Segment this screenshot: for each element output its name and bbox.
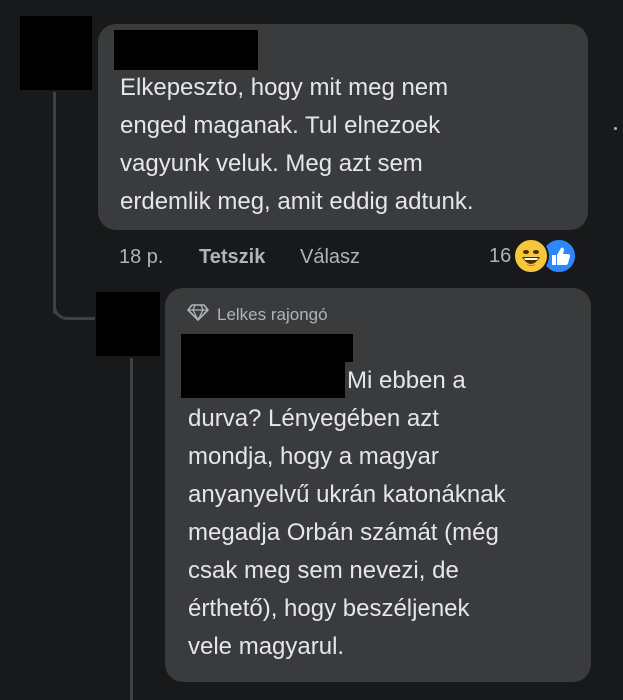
reaction-count: 16: [489, 244, 512, 267]
reply-button[interactable]: Válasz: [300, 246, 360, 269]
reply-thread-line: [130, 358, 133, 700]
avatar-redacted[interactable]: [20, 16, 92, 90]
like-button[interactable]: Tetszik: [199, 246, 265, 269]
reply-bubble: Lelkes rajongó Mi ebben a durva? Lényegé…: [165, 288, 591, 682]
comment-timestamp[interactable]: 18 p.: [119, 246, 163, 269]
reactions-summary[interactable]: 16: [489, 238, 578, 274]
scroll-indicator-dot: [614, 127, 617, 130]
fan-badge[interactable]: Lelkes rajongó: [187, 303, 328, 326]
comment-text: Elkepeszto, hogy mit meg nem enged magan…: [120, 74, 474, 215]
thread-connector-line: [53, 92, 56, 314]
fan-badge-label: Lelkes rajongó: [217, 304, 328, 324]
reply-text-first-line: Mi ebben a: [347, 367, 466, 394]
thread-connector-curve: [53, 290, 95, 320]
diamond-icon: [187, 303, 209, 326]
commenter-name-redacted[interactable]: [114, 30, 258, 70]
laughing-emoji-icon: [513, 238, 550, 274]
replier-name-redacted[interactable]: [181, 334, 353, 362]
comment-bubble: Elkepeszto, hogy mit meg nem enged magan…: [98, 24, 588, 230]
reply-text: durva? Lényegében azt mondja, hogy a mag…: [188, 405, 506, 660]
replier-name-redacted-2: [181, 362, 345, 398]
reply-avatar-redacted[interactable]: [96, 292, 160, 356]
